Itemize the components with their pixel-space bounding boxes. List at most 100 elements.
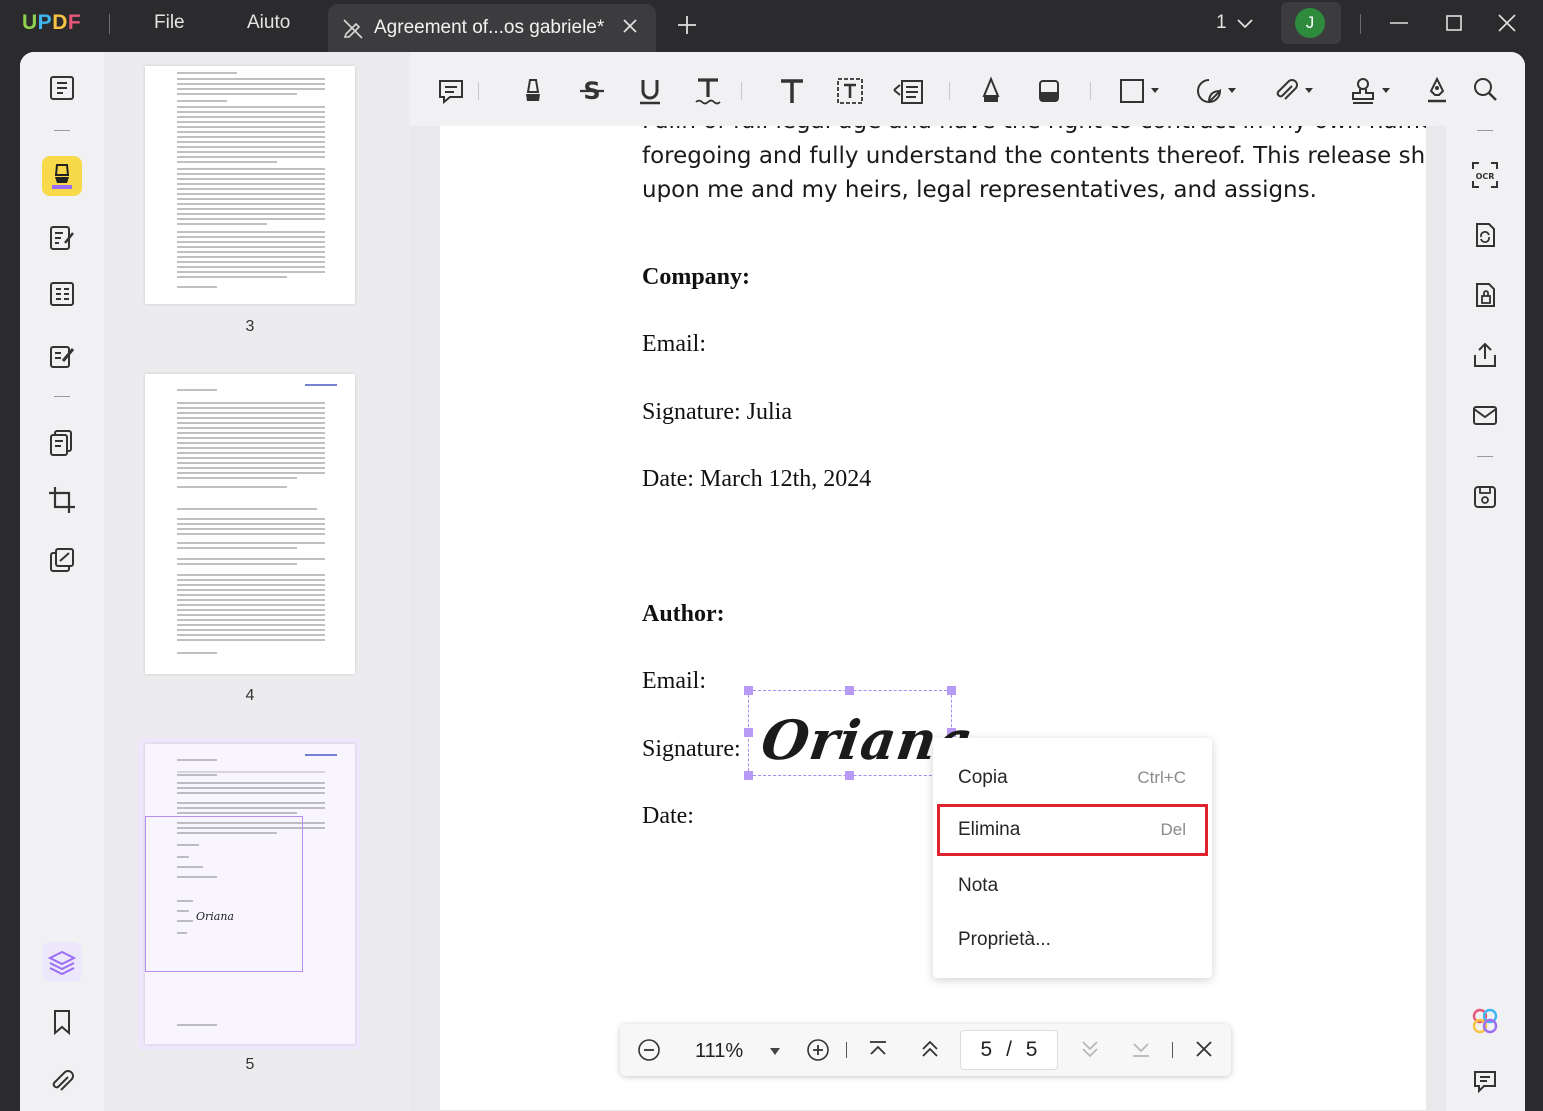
resize-handle[interactable] <box>744 728 753 737</box>
rail-separator <box>1477 456 1493 457</box>
protect-icon[interactable] <box>1468 278 1502 312</box>
chevron-down-icon[interactable] <box>1379 74 1393 108</box>
comments-list-icon[interactable] <box>1468 1064 1502 1098</box>
resize-handle[interactable] <box>845 771 854 780</box>
highlight-icon[interactable] <box>516 74 550 108</box>
bookmark-icon[interactable] <box>42 1002 82 1042</box>
user-account[interactable]: J <box>1281 2 1341 44</box>
updf-logo: UPDF <box>22 11 82 34</box>
previous-page-icon[interactable] <box>919 1038 941 1065</box>
viewport-indicator[interactable] <box>145 816 303 972</box>
zoombar-separator <box>846 1042 847 1058</box>
document-tab[interactable]: Agreement of...os gabriele* <box>328 4 656 52</box>
first-page-icon[interactable] <box>867 1038 889 1065</box>
chevron-down-icon[interactable] <box>1148 74 1162 108</box>
toolbar-separator <box>478 82 479 100</box>
thumbnail-page-5[interactable]: Oriana <box>145 744 355 1044</box>
crop-button[interactable] <box>42 480 82 520</box>
rail-separator <box>54 130 70 131</box>
title-separator <box>109 14 110 34</box>
email-icon[interactable] <box>1468 398 1502 432</box>
toolbar-separator <box>1090 82 1091 100</box>
watermark-button[interactable] <box>42 540 82 580</box>
author-email: Email: <box>642 668 706 694</box>
zoom-out-icon[interactable] <box>637 1038 661 1067</box>
menu-item-delete[interactable]: Elimina Del <box>937 804 1208 856</box>
textbox-icon[interactable] <box>833 74 867 108</box>
maximize-icon[interactable] <box>1443 12 1465 39</box>
stamp-icon[interactable] <box>1346 74 1380 108</box>
fill-sign-button[interactable] <box>42 336 82 376</box>
attachment-icon[interactable] <box>1269 74 1303 108</box>
eraser-icon[interactable] <box>1032 74 1066 108</box>
close-window-icon[interactable] <box>1496 12 1518 39</box>
zoom-navigation-bar: 111% 5 / 5 <box>620 1024 1231 1076</box>
ai-assistant-icon[interactable] <box>1468 1004 1502 1038</box>
menu-item-label: Nota <box>958 875 999 896</box>
menu-item-copy[interactable]: Copia Ctrl+C <box>937 752 1208 804</box>
svg-text:OCR: OCR <box>1476 172 1495 181</box>
comment-icon[interactable] <box>434 74 468 108</box>
close-tab-icon[interactable] <box>620 16 640 41</box>
chevron-down-icon[interactable] <box>1236 14 1254 37</box>
menu-help[interactable]: Aiuto <box>247 12 290 34</box>
underline-icon[interactable] <box>633 74 667 108</box>
thumbnail-page-3[interactable] <box>145 66 355 304</box>
close-icon[interactable] <box>1193 1038 1215 1065</box>
company-date: Date: March 12th, 2024 <box>642 466 872 492</box>
squiggly-icon[interactable] <box>691 74 725 108</box>
app-window: 3 4 Oriana 5 S OCR <box>20 52 1525 1111</box>
zoombar-separator <box>1172 1042 1173 1058</box>
text-icon[interactable] <box>775 74 809 108</box>
pencil-icon[interactable] <box>974 74 1008 108</box>
resize-handle[interactable] <box>947 686 956 695</box>
form-button[interactable] <box>42 422 82 462</box>
menu-file[interactable]: File <box>154 12 185 34</box>
resize-handle[interactable] <box>845 686 854 695</box>
rail-separator <box>54 396 70 397</box>
convert-icon[interactable] <box>1468 218 1502 252</box>
tab-title: Agreement of...os gabriele* <box>374 17 605 38</box>
share-icon[interactable] <box>1468 338 1502 372</box>
layers-button[interactable] <box>42 942 82 982</box>
author-heading: Author: <box>642 601 725 627</box>
menu-item-label: Proprietà... <box>958 929 1051 950</box>
strikethrough-icon[interactable]: S <box>575 74 609 108</box>
title-separator <box>1360 14 1361 34</box>
organize-pages-button[interactable] <box>42 274 82 314</box>
thumbnail-page-4[interactable] <box>145 374 355 674</box>
add-tab-icon[interactable] <box>676 14 698 41</box>
window-count[interactable]: 1 <box>1216 12 1227 34</box>
zoom-level[interactable]: 111% <box>695 1040 743 1063</box>
zoom-in-icon[interactable] <box>806 1038 830 1067</box>
resize-handle[interactable] <box>744 686 753 695</box>
menu-item-shortcut: Del <box>1160 820 1186 839</box>
last-page-icon[interactable] <box>1130 1038 1152 1065</box>
chevron-down-icon[interactable] <box>769 1044 781 1062</box>
text-callout-icon[interactable] <box>891 74 925 108</box>
comment-mode-button[interactable] <box>42 156 82 196</box>
menu-item-note[interactable]: Nota <box>937 860 1208 912</box>
resize-handle[interactable] <box>744 771 753 780</box>
sticker-icon[interactable] <box>1192 74 1226 108</box>
shape-icon[interactable] <box>1115 74 1149 108</box>
cut-line-wrapper: Fulln of full legal age and have the rig… <box>460 126 1426 134</box>
attachment-icon[interactable] <box>42 1062 82 1102</box>
edit-off-icon <box>342 18 364 45</box>
toolbar-separator <box>949 82 950 100</box>
search-icon[interactable] <box>1468 72 1502 106</box>
paragraph-line: upon me and my heirs, legal representati… <box>642 177 1317 203</box>
left-tool-rail <box>20 52 104 1111</box>
chevron-down-icon[interactable] <box>1302 74 1316 108</box>
next-page-icon[interactable] <box>1079 1038 1101 1065</box>
save-icon[interactable] <box>1468 480 1502 514</box>
chevron-down-icon[interactable] <box>1225 74 1239 108</box>
edit-pdf-button[interactable] <box>42 218 82 258</box>
total-pages: 5 <box>1025 1038 1038 1061</box>
menu-item-properties[interactable]: Proprietà... <box>937 914 1208 966</box>
reader-mode-button[interactable] <box>42 68 82 108</box>
page-number-input[interactable]: 5 / 5 <box>960 1030 1058 1070</box>
ocr-icon[interactable]: OCR <box>1468 158 1502 192</box>
title-bar: UPDF File Aiuto Agreement of...os gabrie… <box>0 0 1543 52</box>
minimize-icon[interactable] <box>1388 12 1410 39</box>
